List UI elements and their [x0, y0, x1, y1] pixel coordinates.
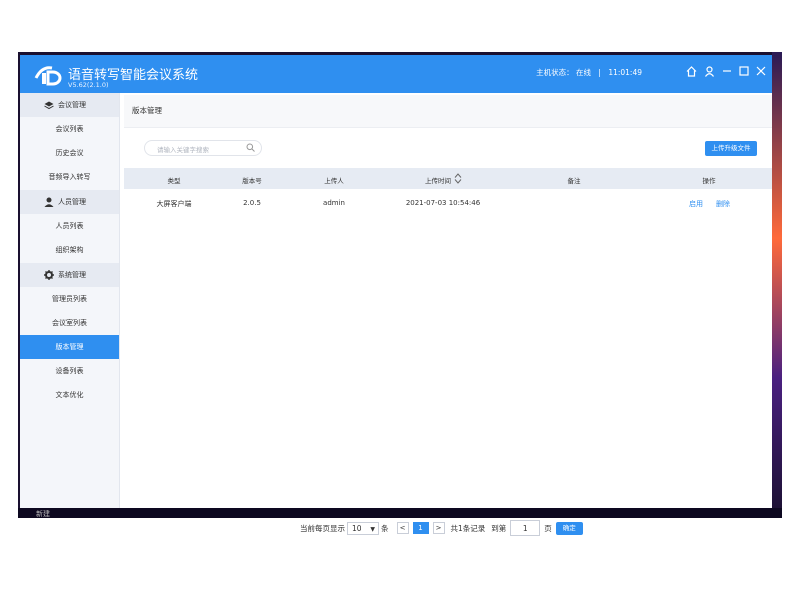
- confirm-button[interactable]: 确定: [555, 521, 583, 535]
- sort-icon[interactable]: [454, 173, 462, 184]
- desktop-taskbar: [18, 508, 782, 518]
- user-icon: [44, 197, 54, 207]
- cell-type: 大屏客户端: [156, 200, 192, 208]
- host-status-value: 在线: [576, 68, 591, 77]
- column-header-actions: 操作: [702, 177, 716, 185]
- prev-page-button[interactable]: <: [396, 522, 409, 534]
- total-records: 共1条记录: [450, 523, 486, 533]
- breadcrumb: 版本管理: [124, 95, 772, 128]
- host-status-bar: 主机状态： 在线 | 11:01:49: [536, 67, 642, 78]
- column-header-remark: 备注: [567, 177, 581, 185]
- column-header-upload-time[interactable]: 上传时间: [418, 175, 458, 185]
- per-page-select[interactable]: 10 ▼: [347, 521, 379, 535]
- sidebar-item-org-structure[interactable]: 组织架构: [20, 238, 119, 262]
- sidebar-group-people[interactable]: 人员管理: [20, 190, 119, 214]
- sidebar-item-meeting-history[interactable]: 历史会议: [20, 141, 119, 165]
- cell-uploader: admin: [323, 199, 345, 207]
- taskbar-text: 新建: [36, 510, 50, 518]
- desktop-wallpaper-edge: [772, 52, 782, 518]
- search-input[interactable]: 请输入关键字搜索: [144, 140, 262, 156]
- chevron-down-icon: ▼: [370, 525, 375, 533]
- goto-label: 到第: [491, 523, 507, 533]
- clock: 11:01:49: [608, 68, 642, 77]
- layers-icon: [44, 101, 54, 109]
- sidebar-item-device-list[interactable]: 设备列表: [20, 359, 119, 383]
- table-row: 大屏客户端 2.0.5 admin 2021-07-03 10:54:46 启用…: [124, 191, 772, 215]
- main-content: 版本管理 请输入关键字搜索 上传升级文件 类型 版本号 上传人 上传时间 备注 …: [124, 95, 772, 536]
- sidebar-group-label: 人员管理: [58, 198, 86, 206]
- upload-upgrade-file-button[interactable]: 上传升级文件: [705, 141, 757, 156]
- close-icon[interactable]: [754, 64, 768, 78]
- column-header-version: 版本号: [242, 177, 262, 185]
- app-window: 语音转写智能会议系统 V5.62(2.1.0) 主机状态： 在线 | 11:01…: [20, 55, 772, 536]
- per-page-unit: 条: [381, 523, 389, 533]
- sidebar-item-version-management[interactable]: 版本管理: [20, 335, 119, 359]
- user-icon[interactable]: [702, 64, 716, 78]
- cell-version: 2.0.5: [243, 199, 261, 207]
- title-bar: 语音转写智能会议系统 V5.62(2.1.0) 主机状态： 在线 | 11:01…: [20, 55, 772, 93]
- cell-upload-time: 2021-07-03 10:54:46: [405, 199, 481, 207]
- per-page-value: 10: [352, 523, 362, 533]
- page-unit: 页: [544, 523, 552, 533]
- page-1-button[interactable]: 1: [412, 522, 429, 534]
- sidebar-item-meeting-list[interactable]: 会议列表: [20, 117, 119, 141]
- sidebar-group-meetings[interactable]: 会议管理: [20, 93, 119, 117]
- per-page-label: 当前每页显示: [300, 523, 345, 533]
- next-page-button[interactable]: >: [432, 522, 445, 534]
- sidebar: 会议管理 会议列表 历史会议 音频导入转写 人员管理 人员列表 组织架构 系统管…: [20, 93, 120, 508]
- sidebar-group-label: 会议管理: [58, 101, 86, 109]
- goto-page-input[interactable]: 1: [510, 520, 541, 536]
- sidebar-item-audio-import[interactable]: 音频导入转写: [20, 165, 119, 189]
- gear-icon: [44, 270, 54, 280]
- page-title: 版本管理: [132, 106, 162, 115]
- column-header-uploader: 上传人: [324, 177, 344, 185]
- sidebar-group-system[interactable]: 系统管理: [20, 263, 119, 287]
- maximize-icon[interactable]: [737, 64, 751, 78]
- pagination: 当前每页显示 10 ▼ 条 < 1 > 共1条记录 到第 1 页 确定: [300, 520, 583, 536]
- enable-link[interactable]: 启用: [686, 199, 706, 209]
- sidebar-item-people-list[interactable]: 人员列表: [20, 214, 119, 238]
- table-header: 类型 版本号 上传人 上传时间 备注 操作: [124, 168, 772, 189]
- column-header-type: 类型: [167, 177, 181, 185]
- sidebar-item-admin-list[interactable]: 管理员列表: [20, 287, 119, 311]
- minimize-icon[interactable]: [720, 64, 734, 78]
- app-logo-icon: [34, 66, 62, 86]
- status-separator: |: [598, 68, 601, 77]
- app-version: V5.62(2.1.0): [68, 81, 109, 89]
- search-placeholder: 请输入关键字搜索: [157, 146, 209, 154]
- host-status-label: 主机状态：: [536, 68, 574, 77]
- search-icon[interactable]: [246, 143, 255, 152]
- sidebar-group-label: 系统管理: [58, 271, 86, 279]
- sidebar-item-text-optimization[interactable]: 文本优化: [20, 383, 119, 407]
- home-icon[interactable]: [684, 64, 698, 78]
- delete-link[interactable]: 删除: [713, 199, 733, 209]
- sidebar-item-room-list[interactable]: 会议室列表: [20, 311, 119, 335]
